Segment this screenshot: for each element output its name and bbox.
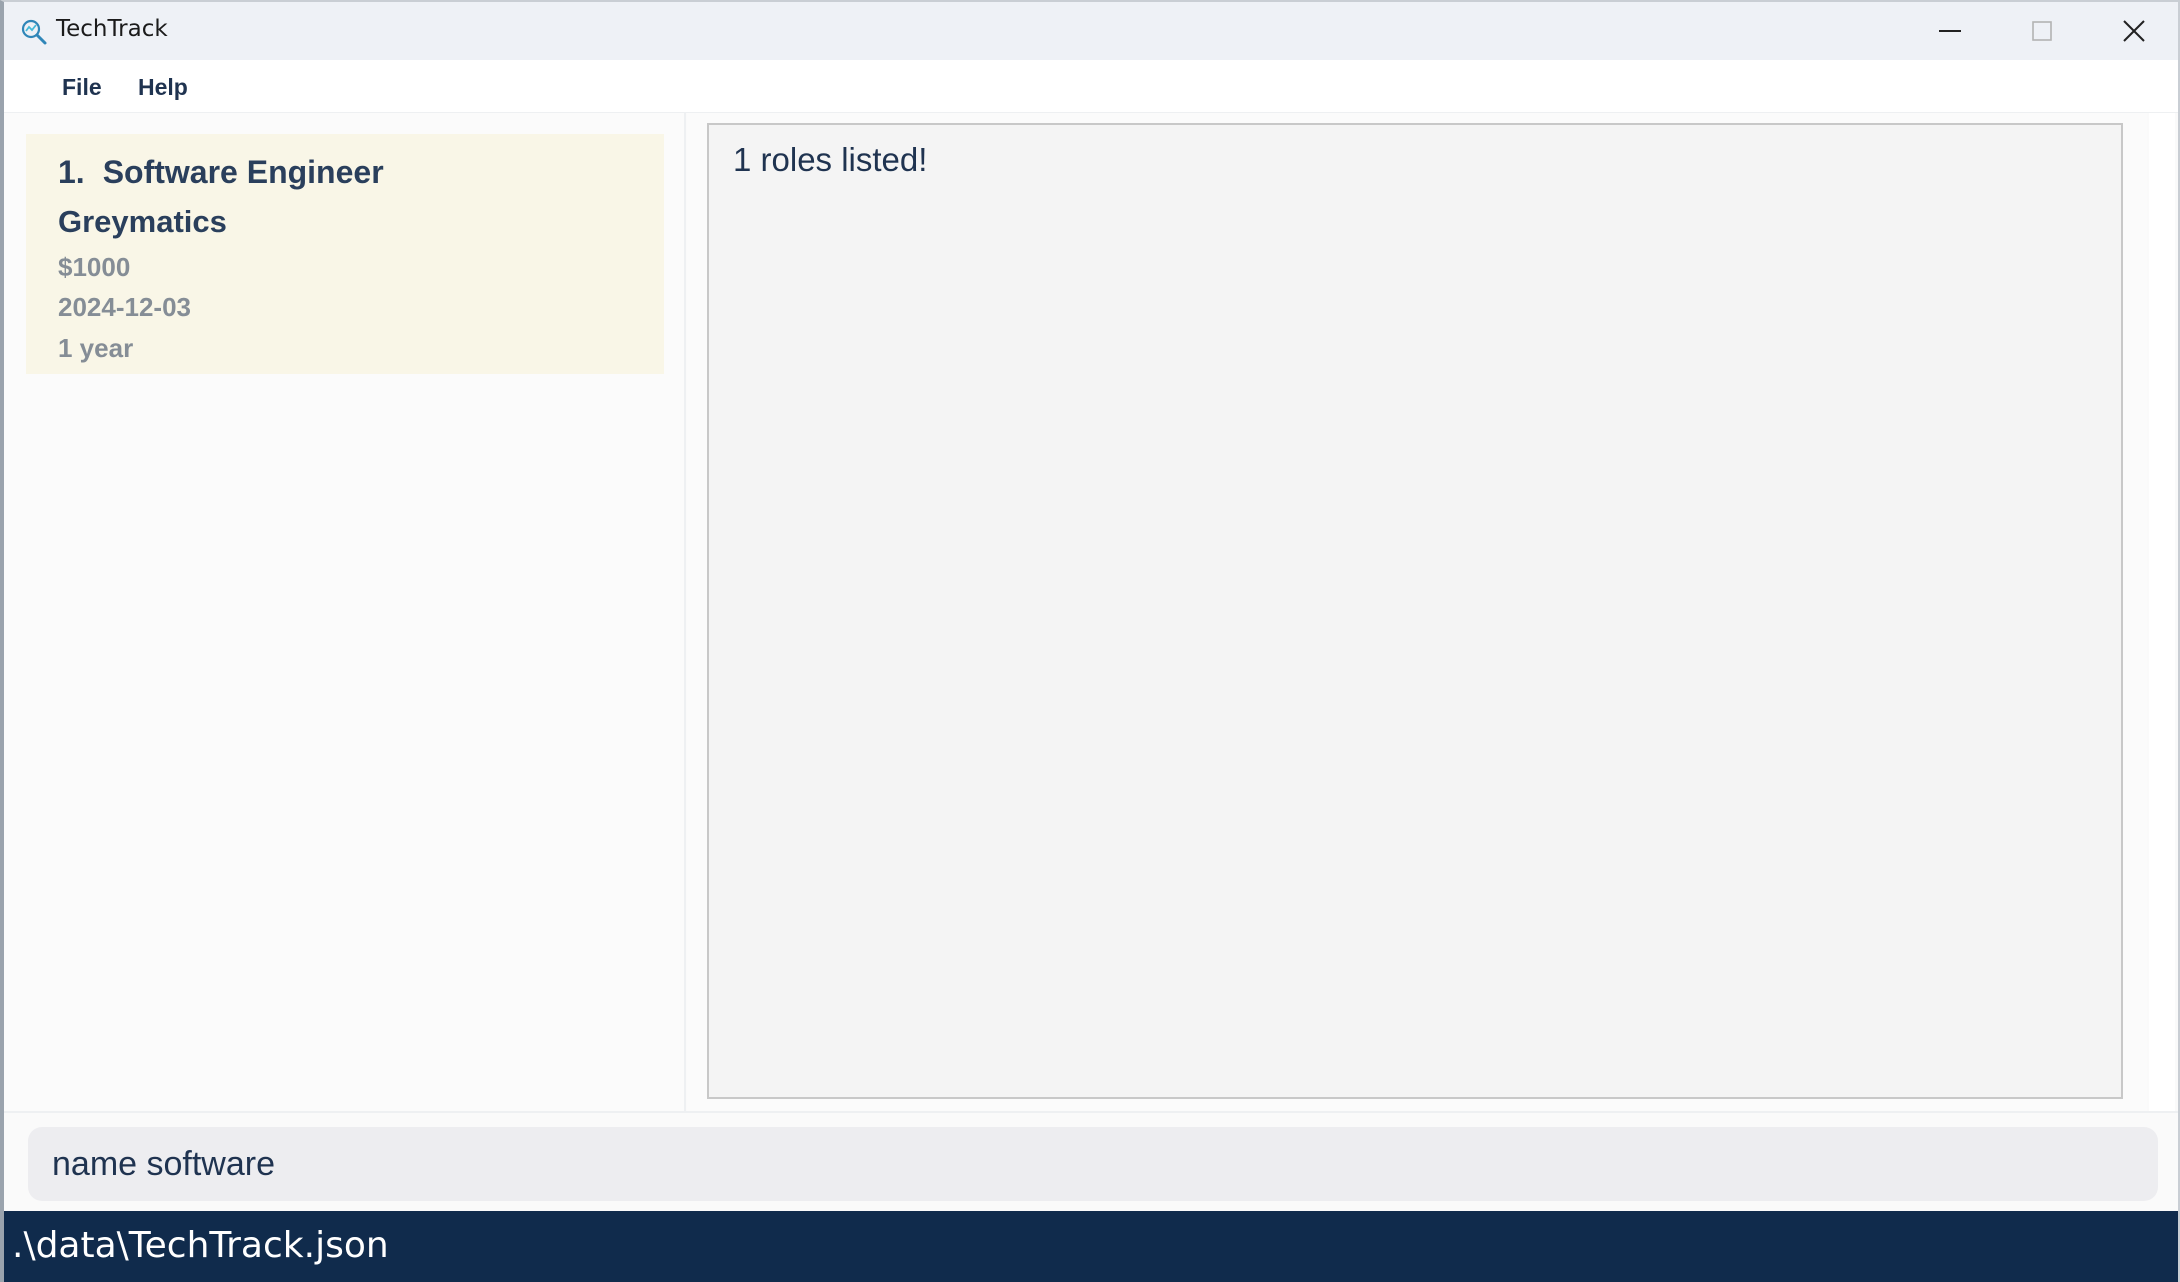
- close-icon: [2123, 20, 2145, 42]
- role-card[interactable]: 1. Software Engineer Greymatics $1000 202…: [26, 134, 664, 374]
- result-display[interactable]: 1 roles listed!: [707, 123, 2123, 1099]
- title-bar[interactable]: TechTrack: [4, 2, 2178, 60]
- role-title: 1. Software Engineer: [58, 154, 384, 191]
- save-file-path: .\data\TechTrack.json: [12, 1225, 389, 1266]
- window-title: TechTrack: [56, 16, 168, 42]
- menu-file[interactable]: File: [62, 74, 102, 101]
- menu-help[interactable]: Help: [138, 74, 188, 101]
- maximize-button[interactable]: [1996, 2, 2088, 60]
- status-bar: .\data\TechTrack.json: [4, 1211, 2178, 1282]
- role-index: 1.: [58, 154, 85, 190]
- role-company: Greymatics: [58, 204, 227, 239]
- result-message: 1 roles listed!: [733, 141, 928, 178]
- minimize-button[interactable]: [1904, 2, 1996, 60]
- minimize-icon: [1939, 30, 1961, 32]
- result-panel: 1 roles listed!: [687, 113, 2147, 1111]
- role-list-panel[interactable]: 1. Software Engineer Greymatics $1000 202…: [4, 113, 686, 1111]
- maximize-icon: [2032, 21, 2052, 41]
- magnifier-icon: [20, 18, 48, 46]
- role-duration: 1 year: [58, 333, 134, 363]
- menu-bar: File Help: [4, 60, 2178, 113]
- app-window: TechTrack File Help 1. Software Engineer: [0, 0, 2180, 1282]
- role-deadline: 2024-12-03: [58, 292, 191, 322]
- result-scrollbar[interactable]: [2149, 113, 2175, 1111]
- command-input[interactable]: [28, 1127, 2158, 1201]
- command-area: [4, 1111, 2178, 1213]
- role-salary: $1000: [58, 252, 131, 282]
- role-name: Software Engineer: [102, 154, 384, 190]
- close-button[interactable]: [2088, 2, 2178, 60]
